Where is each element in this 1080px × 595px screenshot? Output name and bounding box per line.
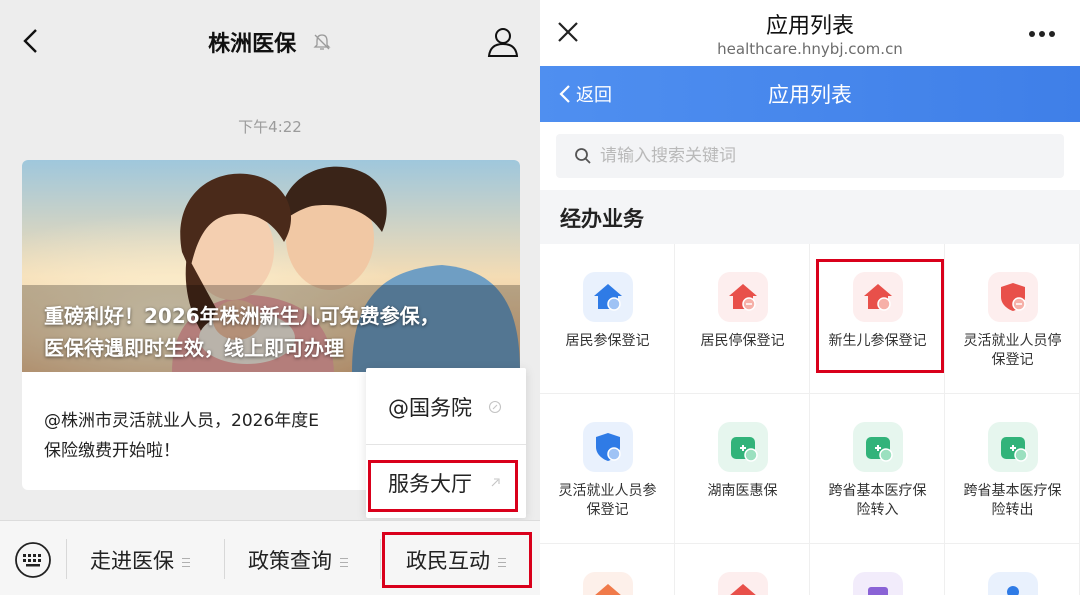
medical-transfer-out-icon xyxy=(988,422,1038,472)
mute-bell-icon xyxy=(313,34,331,50)
article-description: @株洲市灵活就业人员，2026年度E 保险缴费开始啦！ xyxy=(44,406,384,466)
search-input[interactable] xyxy=(556,134,1064,178)
tab-divider xyxy=(66,539,67,579)
webview-url: healthcare.hnybj.com.cn xyxy=(717,40,903,58)
app-hunan-yihuibao[interactable]: 湖南医惠保 xyxy=(675,394,810,544)
house-minus-icon xyxy=(718,272,768,322)
menu-item-state-council[interactable]: @国务院 xyxy=(366,372,526,442)
app-cross-province-transfer-out[interactable]: 跨省基本医疗保 险转出 xyxy=(945,394,1080,544)
shield-check-icon xyxy=(583,422,633,472)
app-label: 湖南医惠保 xyxy=(707,483,778,499)
tab-divider xyxy=(380,539,381,579)
highlight-citizen-interaction xyxy=(382,532,532,588)
app-nav-title: 应用列表 xyxy=(768,83,852,107)
description-line-1: @株洲市灵活就业人员，2026年度E xyxy=(44,411,320,431)
tab-label: 政策查询 xyxy=(248,549,332,573)
chat-title: 株洲医保 xyxy=(208,32,297,57)
article-headline: 重磅利好！2026年株洲新生儿可免费参保， 医保待遇即时生效，线上即可办理 xyxy=(44,300,514,364)
more-options-icon[interactable] xyxy=(1028,30,1056,38)
section-heading: 经办业务 xyxy=(560,207,644,231)
house-red-icon xyxy=(718,572,768,595)
medical-cross-icon xyxy=(718,422,768,472)
house-orange-icon xyxy=(583,572,633,595)
app-partial-1[interactable] xyxy=(540,544,675,595)
app-label: 跨省基本医疗保 险转出 xyxy=(963,483,1062,518)
article-cover-image: 重磅利好！2026年株洲新生儿可免费参保， 医保待遇即时生效，线上即可办理 xyxy=(22,160,520,372)
pin-blue-icon xyxy=(988,572,1038,595)
app-label: 灵活就业人员停 保登记 xyxy=(963,333,1062,368)
app-partial-2[interactable] xyxy=(675,544,810,595)
app-resident-enrollment[interactable]: 居民参保登记 xyxy=(540,244,675,394)
app-grid: 居民参保登记 居民停保登记 新生儿参保登记 灵活就业人员停保登记 灵活就业人员 xyxy=(540,244,1080,595)
search-icon xyxy=(575,148,591,164)
keyboard-icon[interactable] xyxy=(14,541,52,579)
medical-transfer-in-icon xyxy=(853,422,903,472)
app-resident-suspension[interactable]: 居民停保登记 xyxy=(675,244,810,394)
app-label: 跨省基本医疗保 险转入 xyxy=(828,483,927,518)
app-nav-bar: 返回 应用列表 xyxy=(540,66,1080,122)
tab-label: 走进医保 xyxy=(90,549,174,573)
submenu-icon xyxy=(340,557,348,567)
document-purple-icon xyxy=(853,572,903,595)
highlight-newborn-enrollment xyxy=(816,259,944,373)
app-list-webview: 应用列表 healthcare.hnybj.com.cn 返回 应用列表 经办业… xyxy=(540,0,1080,595)
webview-header: 应用列表 healthcare.hnybj.com.cn xyxy=(540,0,1080,66)
headline-line-2: 医保待遇即时生效，线上即可办理 xyxy=(44,336,344,360)
app-flexible-employment-suspension[interactable]: 灵活就业人员停 保登记 xyxy=(945,244,1080,394)
app-flexible-employment-enrollment[interactable]: 灵活就业人员参 保登记 xyxy=(540,394,675,544)
webview-title: 应用列表 xyxy=(765,14,854,39)
app-cross-province-transfer-in[interactable]: 跨省基本医疗保 险转入 xyxy=(810,394,945,544)
menu-item-label: @国务院 xyxy=(388,396,472,420)
search-bar xyxy=(540,122,1080,190)
app-label: 灵活就业人员参 保登记 xyxy=(558,483,657,518)
tab-about-medical-insurance[interactable]: 走进医保 xyxy=(90,545,190,575)
app-label: 居民参保登记 xyxy=(565,333,650,349)
link-icon xyxy=(488,400,502,414)
wechat-chat-panel: 株洲医保 下午4:22 重磅利好！2026年株洲新生儿可免费参保， 医保待遇即时… xyxy=(0,0,540,595)
app-partial-3[interactable] xyxy=(810,544,945,595)
message-timestamp: 下午4:22 xyxy=(238,118,302,136)
submenu-icon xyxy=(182,557,190,567)
tab-policy-query[interactable]: 政策查询 xyxy=(248,545,348,575)
headline-line-1: 重磅利好！2026年株洲新生儿可免费参保， xyxy=(44,304,440,328)
shield-minus-icon xyxy=(988,272,1038,322)
description-line-2: 保险缴费开始啦！ xyxy=(44,441,180,461)
app-partial-4[interactable] xyxy=(945,544,1080,595)
menu-divider xyxy=(366,444,526,445)
highlight-service-hall xyxy=(368,460,518,512)
app-label: 居民停保登记 xyxy=(700,333,785,349)
profile-icon[interactable] xyxy=(486,26,520,58)
chat-header: 株洲医保 xyxy=(0,0,540,84)
tab-divider xyxy=(224,539,225,579)
house-shield-icon xyxy=(583,272,633,322)
